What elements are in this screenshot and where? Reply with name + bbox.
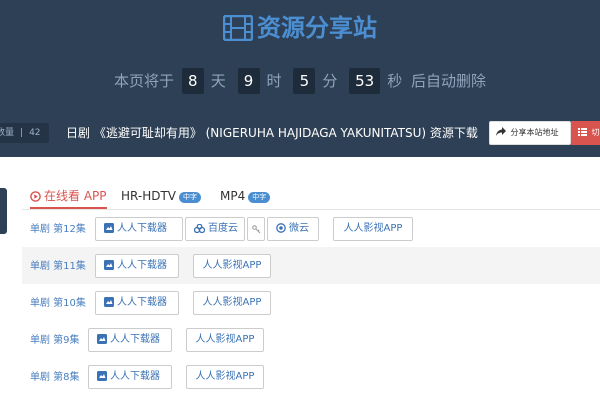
list-icon [578,128,592,137]
key-icon [251,219,261,238]
renren-app-button[interactable]: 人人影视APP [193,254,271,278]
share-site-button[interactable]: 分享本站地址 [489,121,571,145]
subtitle-badge: 中字 [179,192,202,203]
film-icon [222,14,254,51]
countdown-seconds: 53 [349,68,381,94]
countdown-prefix: 本页将于 [113,72,174,90]
renren-downloader-button[interactable]: 人人下载器 [95,217,183,241]
countdown-days: 8 [181,68,204,94]
downloader-label: 人人下载器 [117,223,167,234]
extract-code-button[interactable] [247,217,265,241]
episode-row: 单剧 第10集 人人下载器 人人影视APP [22,284,600,321]
tab-online-app[interactable]: 在线看 APP [30,183,107,209]
tab-label: MP4 [220,189,246,203]
episode-label: 单剧 第8集 [30,372,80,383]
episode-label: 单剧 第12集 [30,224,86,235]
renren-app-button[interactable]: 人人影视APP [186,365,264,389]
weiyun-label: 微云 [289,223,309,234]
countdown: 本页将于 8天 9时 5分 53 秒 后自动删除 [0,68,600,94]
countdown-hours-unit: 时 [266,72,282,90]
renren-downloader-button[interactable]: 人人下载器 [95,254,179,278]
share-site-label: 分享本站地址 [510,128,559,137]
subtitle-badge: 中字 [248,192,271,203]
renren-downloader-button[interactable]: 人人下载器 [88,328,172,352]
tab-label: HR-HDTV [121,189,177,203]
count-label: 数量 [0,128,15,138]
episode-label: 单剧 第9集 [30,335,80,346]
episode-row: 单剧 第12集 人人下载器 百度云 微云 人人影视APP [22,210,600,247]
baidu-label: 百度云 [208,223,238,234]
episode-row: 单剧 第8集 人人下载器 人人影视APP [22,358,600,395]
countdown-seconds-unit: 秒 [387,72,403,90]
countdown-days-unit: 天 [210,72,226,90]
resource-title: 日剧 《逃避可耻却有用》 (NIGERUHA HAJIDAGA YAKUNITA… [66,126,478,140]
tab-label: 在线看 APP [44,189,107,203]
tab-mp4[interactable]: MP4 中字 [220,183,271,209]
baidu-cloud-icon [193,220,206,242]
renren-downloader-button[interactable]: 人人下载器 [88,365,172,389]
share-arrow-icon [496,127,511,137]
page-header: 资源分享站 本页将于 8天 9时 5分 53 秒 后自动删除 数量 | 42 日剧 《… [0,0,600,157]
play-circle-icon [30,185,41,211]
countdown-suffix: 后自动删除 [411,72,487,90]
downloader-label: 人人下载器 [110,334,160,345]
download-app-icon [104,220,114,242]
download-app-icon [97,331,107,353]
countdown-hours: 9 [237,68,260,94]
count-value: 42 [29,128,41,138]
weiyun-icon [276,220,286,242]
episode-row: 单剧 第9集 人人下载器 人人影视APP [22,321,600,358]
countdown-minutes-unit: 分 [322,72,338,90]
switch-button[interactable]: 切换 [571,121,600,145]
renren-app-button[interactable]: 人人影视APP [186,328,264,352]
renren-app-button[interactable]: 人人影视APP [193,291,271,315]
downloader-label: 人人下载器 [110,371,160,382]
baidu-cloud-button[interactable]: 百度云 [185,217,245,241]
tab-hr-hdtv[interactable]: HR-HDTV 中字 [121,183,202,209]
count-pill: 数量 | 42 [0,123,49,143]
download-app-icon [104,257,114,279]
poster-thumbnail[interactable] [0,188,7,234]
downloader-label: 人人下载器 [117,260,167,271]
weiyun-button[interactable]: 微云 [267,217,319,241]
switch-label: 切换 [591,128,600,137]
episode-row: 单剧 第11集 人人下载器 人人影视APP [22,247,600,284]
info-bar: 数量 | 42 日剧 《逃避可耻却有用》 (NIGERUHA HAJIDAGA YA… [0,121,600,145]
site-title-text: 资源分享站 [257,14,377,42]
renren-app-button[interactable]: 人人影视APP [333,217,413,241]
renren-downloader-button[interactable]: 人人下载器 [95,291,179,315]
site-title: 资源分享站 [0,10,600,51]
episode-label: 单剧 第11集 [30,261,86,272]
download-app-icon [97,368,107,390]
episode-label: 单剧 第10集 [30,298,86,309]
downloader-label: 人人下载器 [117,297,167,308]
countdown-minutes: 5 [293,68,316,94]
download-app-icon [104,294,114,316]
